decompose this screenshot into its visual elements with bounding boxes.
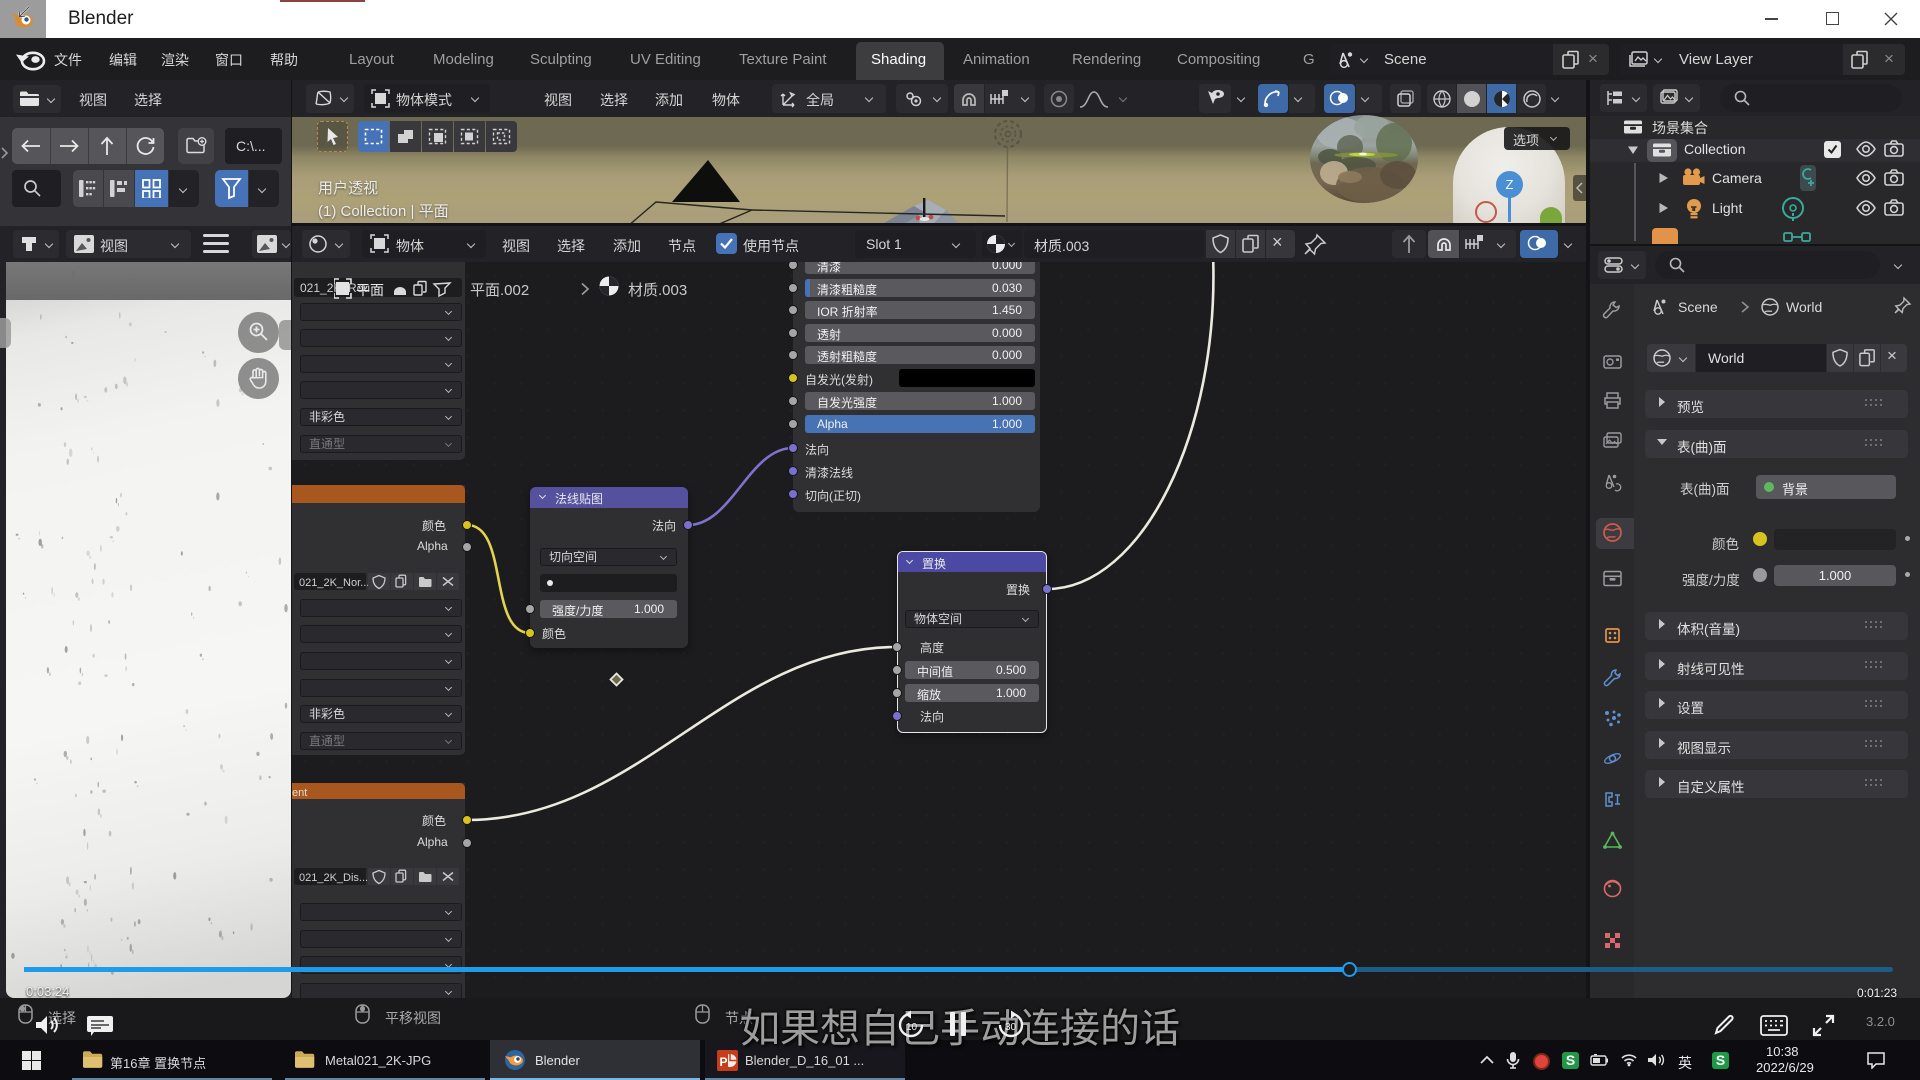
- svg-text:10: 10: [906, 1022, 918, 1033]
- svg-text:平面: 平面: [356, 282, 384, 298]
- svg-text:P: P: [720, 1055, 728, 1069]
- svg-text:30: 30: [1005, 1022, 1017, 1033]
